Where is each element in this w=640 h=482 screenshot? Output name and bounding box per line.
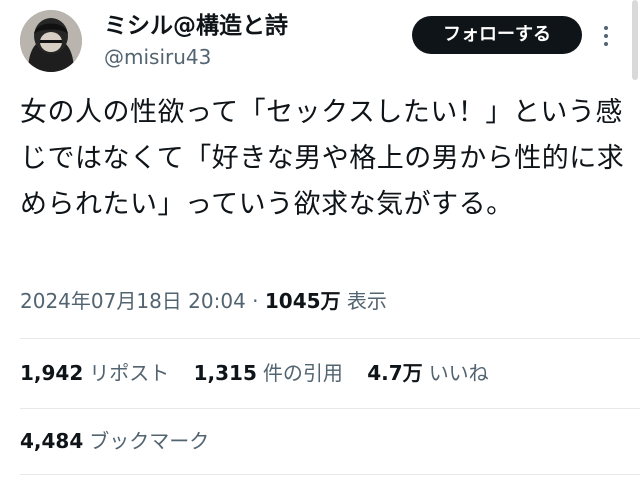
likes-stat[interactable]: 4.7万 いいね bbox=[367, 358, 488, 388]
avatar[interactable] bbox=[20, 10, 82, 72]
engagement-stats: 1,942 リポスト 1,315 件の引用 4.7万 いいね bbox=[20, 358, 507, 388]
timestamp[interactable]: 2024年07月18日 20:04 bbox=[20, 289, 246, 313]
bookmarks-stat[interactable]: 4,484 ブックマーク bbox=[20, 426, 227, 456]
divider bbox=[20, 408, 640, 409]
bookmarks-count: 4,484 bbox=[20, 429, 84, 453]
quotes-label: 件の引用 bbox=[262, 361, 343, 385]
display-name[interactable]: ミシル@構造と詩 bbox=[104, 12, 288, 40]
divider bbox=[20, 474, 640, 475]
reposts-label: リポスト bbox=[89, 361, 170, 385]
quotes-count: 1,315 bbox=[193, 361, 257, 385]
tweet-header: ミシル@構造と詩 @misiru43 フォローする bbox=[0, 0, 640, 80]
follow-button[interactable]: フォローする bbox=[412, 16, 582, 54]
more-vertical-icon[interactable] bbox=[598, 20, 614, 52]
likes-label: いいね bbox=[428, 361, 489, 385]
tweet-text: 女の人の性欲って「セックスしたい！」という感じではなくて「好きな男や格上の男から… bbox=[20, 97, 625, 220]
scrollbar-thumb[interactable] bbox=[632, 0, 638, 80]
tweet-meta: 2024年07月18日 20:04 · 1045万 表示 bbox=[20, 286, 387, 316]
user-avatar-icon bbox=[20, 10, 82, 72]
reposts-stat[interactable]: 1,942 リポスト bbox=[20, 358, 169, 388]
views-label: 表示 bbox=[346, 289, 387, 313]
bookmarks-label: ブックマーク bbox=[89, 429, 210, 453]
views-count: 1045万 bbox=[264, 289, 341, 313]
user-handle[interactable]: @misiru43 bbox=[104, 44, 211, 70]
divider bbox=[20, 338, 640, 339]
reposts-count: 1,942 bbox=[20, 361, 84, 385]
meta-separator: · bbox=[252, 289, 259, 313]
likes-count: 4.7万 bbox=[367, 361, 423, 385]
quotes-stat[interactable]: 1,315 件の引用 bbox=[194, 358, 343, 388]
